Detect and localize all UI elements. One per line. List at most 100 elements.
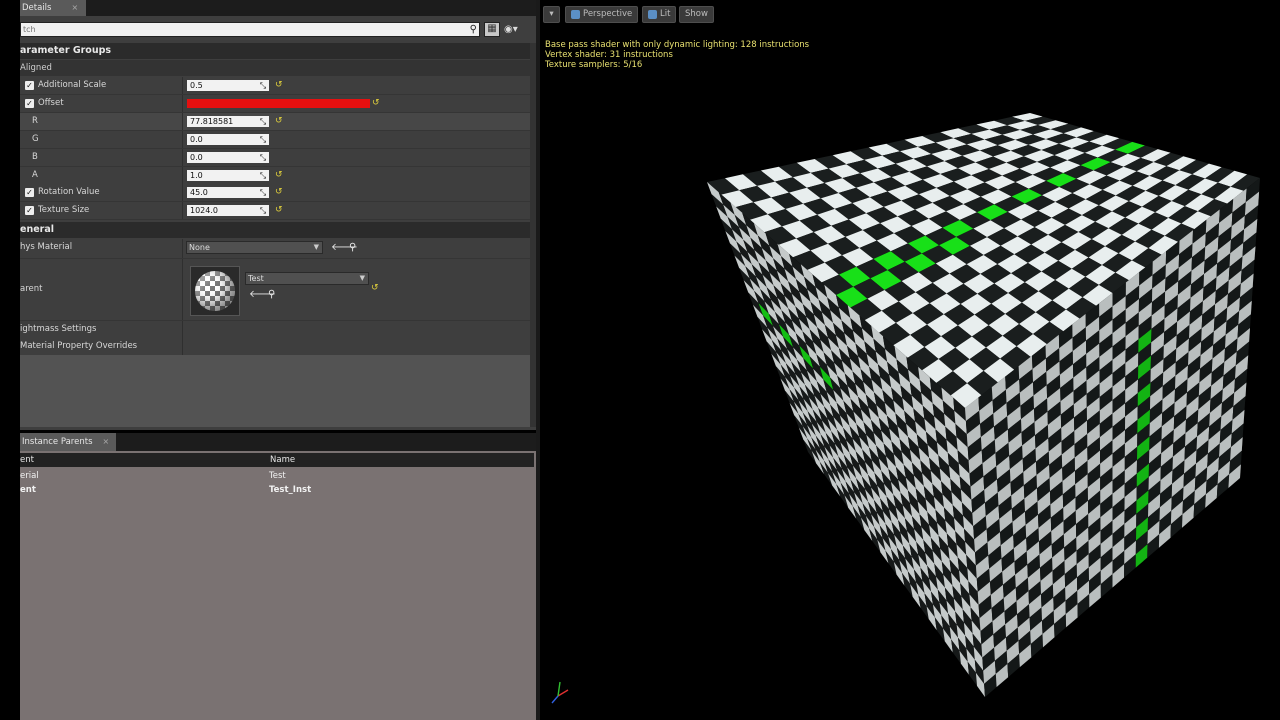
reset-to-default-icon[interactable]: ↺ [275, 116, 283, 127]
name-column: ✓ Texture Size [20, 202, 183, 219]
row-material-property-overrides[interactable]: Material Property Overrides [20, 338, 530, 356]
search-input[interactable] [21, 23, 465, 36]
parent-material-thumbnail[interactable] [190, 266, 240, 316]
reset-to-default-icon[interactable]: ↺ [275, 170, 283, 181]
enable-checkbox[interactable]: ✓ [25, 99, 34, 108]
parent-dropdown[interactable]: Test ▼ [245, 272, 369, 285]
name-column: B [20, 149, 183, 166]
lit-button[interactable]: Lit [642, 6, 677, 23]
search-box: ⚲ [20, 22, 480, 37]
stat-line-base-pass: Base pass shader with only dynamic light… [545, 40, 810, 50]
browse-search-icon[interactable]: ⚲ [349, 242, 356, 254]
viewport-options-button[interactable]: ▾ [543, 6, 560, 23]
view-options-button[interactable]: ◉▾ [504, 22, 528, 37]
row-g: G 0.0 ⤡ [20, 131, 530, 149]
category-general[interactable]: eneral [20, 222, 530, 238]
param-label: Texture Size [38, 205, 90, 215]
stat-line-texture-samplers: Texture samplers: 5/16 [545, 60, 643, 70]
g-field[interactable]: 0.0 [187, 134, 269, 145]
perspective-button[interactable]: Perspective [565, 6, 639, 23]
reset-to-default-icon[interactable]: ↺ [275, 205, 283, 216]
category-label: arameter Groups [20, 45, 112, 56]
name-column: arent [20, 259, 183, 320]
drag-handle-icon[interactable]: ⤡ [258, 205, 268, 216]
close-icon[interactable]: × [71, 0, 78, 16]
rotation-value-field[interactable]: 45.0 [187, 187, 269, 198]
param-label: B [32, 152, 38, 162]
stat-line-vertex-shader: Vertex shader: 31 instructions [545, 50, 673, 60]
material-preview-viewport[interactable]: ▾ Perspective Lit Show Base pass shader … [540, 0, 1280, 720]
b-field[interactable]: 0.0 [187, 152, 269, 163]
reset-to-default-icon[interactable]: ↺ [275, 80, 283, 91]
enable-checkbox[interactable]: ✓ [25, 206, 34, 215]
name-column: ✓ Additional Scale [20, 77, 183, 94]
close-icon[interactable]: × [103, 433, 110, 451]
row-lightmass-settings[interactable]: ightmass Settings [20, 321, 530, 339]
enable-checkbox[interactable]: ✓ [25, 188, 34, 197]
axis-gizmo-icon [551, 681, 569, 704]
reset-to-default-icon[interactable]: ↺ [275, 187, 283, 198]
row-phys-material: hys Material None ▼ 🡐 ⚲ [20, 239, 530, 259]
param-label: arent [20, 284, 43, 294]
param-label: A [32, 170, 38, 180]
details-panel: Details × ⚲ ▦ ◉▾ arameter Groups Aligned… [20, 0, 536, 430]
param-label: Offset [38, 98, 64, 108]
drag-handle-icon[interactable]: ⤡ [258, 116, 268, 127]
dropdown-value: None [189, 243, 210, 252]
enable-checkbox[interactable]: ✓ [25, 81, 34, 90]
phys-material-dropdown[interactable]: None ▼ [186, 241, 323, 254]
chevron-down-icon: ▾ [549, 9, 554, 19]
tab-instance-parents[interactable]: Instance Parents × [20, 433, 116, 451]
row-offset: ✓ Offset ↺ [20, 95, 530, 113]
a-field[interactable]: 1.0 [187, 170, 269, 181]
param-label: Rotation Value [38, 187, 100, 197]
eye-icon: ◉▾ [504, 24, 518, 35]
name-column: hys Material [20, 239, 183, 258]
category-parameter-groups[interactable]: arameter Groups [20, 43, 530, 59]
drag-handle-icon[interactable]: ⤡ [258, 134, 268, 145]
additional-scale-field[interactable]: 0.5 [187, 80, 269, 91]
column-header-name[interactable]: Name [270, 453, 295, 467]
material-sphere-preview [195, 271, 235, 311]
r-field[interactable]: 77.818581 [187, 116, 269, 127]
list-item[interactable]: ent Test_Inst [20, 483, 534, 497]
reset-to-default-icon[interactable]: ↺ [371, 283, 379, 294]
details-tabbar: Details × [20, 0, 536, 16]
name-column: R [20, 113, 183, 130]
parents-list-header: ent Name [20, 453, 534, 467]
name-column: ✓ Rotation Value [20, 184, 183, 201]
param-label: Material Property Overrides [20, 341, 138, 351]
row-additional-scale: ✓ Additional Scale 0.5 ⤡ ↺ [20, 77, 530, 95]
param-label: Additional Scale [38, 80, 107, 90]
tab-details[interactable]: Details × [20, 0, 87, 16]
row-parent: arent Test ▼ ↺ 🡐 ⚲ [20, 259, 530, 321]
parent-cell: erial [20, 471, 39, 481]
property-matrix-button[interactable]: ▦ [484, 22, 500, 37]
drag-handle-icon[interactable]: ⤡ [258, 152, 268, 163]
group-label: Aligned [20, 63, 52, 73]
drag-handle-icon[interactable]: ⤡ [258, 187, 268, 198]
list-item[interactable]: erial Test [20, 469, 534, 483]
instance-parents-panel: Instance Parents × ent Name erial Test e… [20, 433, 536, 720]
lit-mode-icon [648, 10, 657, 19]
drag-handle-icon[interactable]: ⤡ [258, 80, 268, 91]
name-cell: Test [269, 471, 286, 481]
category-label: eneral [20, 224, 55, 235]
group-aligned[interactable]: Aligned [20, 60, 530, 76]
offset-color-swatch[interactable] [187, 99, 370, 108]
param-label: G [32, 134, 39, 144]
drag-handle-icon[interactable]: ⤡ [258, 170, 268, 181]
dropdown-value: Test [248, 274, 264, 283]
reset-to-default-icon[interactable]: ↺ [372, 98, 380, 109]
column-header-parent[interactable]: ent [20, 453, 34, 467]
parent-cell: ent [20, 485, 36, 495]
grid-icon: ▦ [487, 23, 497, 34]
perspective-label: Perspective [583, 9, 633, 19]
browse-search-icon[interactable]: ⚲ [268, 289, 275, 301]
texture-size-field[interactable]: 1024.0 [187, 205, 269, 216]
search-icon[interactable]: ⚲ [470, 24, 477, 35]
show-button[interactable]: Show [679, 6, 714, 23]
left-edge-strip [0, 0, 20, 720]
name-column: ightmass Settings [20, 321, 183, 338]
empty-details-area [20, 355, 530, 427]
